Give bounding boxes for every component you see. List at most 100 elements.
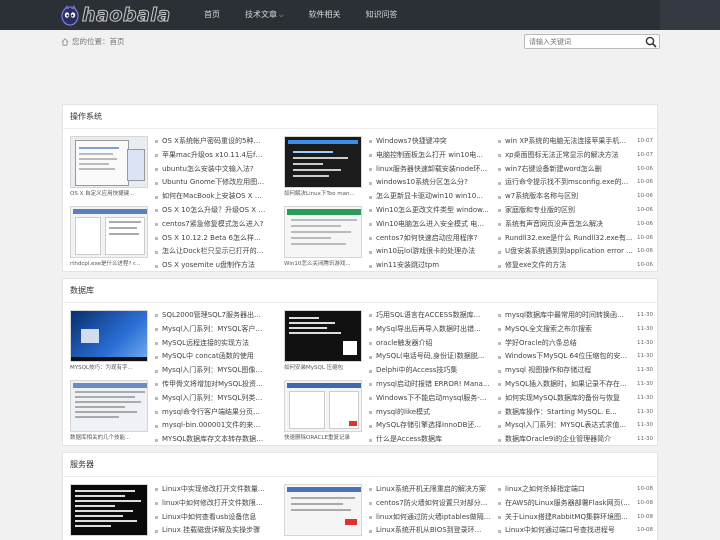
list-item[interactable]: linux之如何杀掉指定端口 10-08 [498,483,653,497]
list-item[interactable]: mysql 视图操作和存储过程 11-30 [498,364,653,378]
list-item[interactable]: centos7紧急修复模式怎么进入? [155,218,270,232]
list-item[interactable]: Win10怎么更改文件类型 window... [369,204,494,218]
bullet-icon [369,168,372,171]
list-item[interactable]: 如何在MacBook上安装OS X 10... [155,190,270,204]
list-item[interactable]: win XP系统的电脑无法连接苹果手机... 10-07 [498,135,653,149]
nav-tech-articles[interactable]: 技术文章 ⌵ [237,0,292,30]
list-item[interactable]: Linux中实现修改打开文件数量和... [155,483,270,497]
list-item[interactable]: SQL2000管理SQL7服务器出现T... [155,309,270,323]
list-item[interactable]: U盘安装系统遇到到application error ... 10-06 [498,245,653,259]
list-item[interactable]: 如何实现MySQL数据库的备份与恢复 11-30 [498,392,653,406]
thumb-card[interactable]: 如何安装MySQL 压缩包 [284,310,362,372]
list-item[interactable]: 传甲骨文将增加对MySQL投资与... [155,378,270,392]
item-date: 11-30 [637,422,653,429]
list-item[interactable]: ubuntu怎么安装中文输入法? [155,163,270,177]
list-item[interactable]: 数据库操作：Starting MySQL. E... 11-30 [498,406,653,420]
item-title: MYSQL数据库存文本转存数据库... [162,435,266,444]
list-item[interactable]: w7系统版本名称与区别 10-06 [498,190,653,204]
list-item[interactable]: Windows下不能启动mysql服务-... [369,392,494,406]
thumb-card[interactable]: OS X 自定义应用快捷键... [70,136,148,198]
list-item[interactable]: mysql的like模式 [369,406,494,420]
list-item[interactable]: Mysql入门系列：MYSQL列类型... [155,392,270,406]
list-item[interactable]: Linux系统开机无限重启的解决方案 [369,483,494,497]
thumb-card[interactable] [284,484,362,540]
list-item[interactable]: mysql数据库中最常用的时间转换函... 11-30 [498,309,653,323]
nav-home[interactable]: 首页 [196,0,228,30]
list-item[interactable]: 电脑控制面板怎么打开 win10电... [369,149,494,163]
thumb-card[interactable]: 如何解决Linux下Too man... [284,136,362,198]
nav-label: 软件相关 [308,10,341,19]
list-item[interactable]: centos7如何快速启动应用程序? [369,232,494,246]
thumb-card[interactable] [70,484,148,540]
site-logo[interactable]: haobala [60,3,171,27]
nav-software[interactable]: 软件相关 [301,0,349,30]
list-item[interactable]: 学好Oracle的六条总结 11-30 [498,337,653,351]
list-item[interactable]: 数据库Oracle9i的企业管理器简介 11-30 [498,433,653,447]
list-item[interactable]: MySQL插入数据时，如果记录不存在... 11-30 [498,378,653,392]
thumb-card[interactable]: rthdcpl.exe是什么进程? r... [70,206,148,268]
list-item[interactable]: 苹果mac升级os x10.11.4后faceti... [155,149,270,163]
list-item[interactable]: Win10电脑怎么进入安全模式 电... [369,218,494,232]
list-item[interactable]: Mysql入门系列：MYSQL图像数... [155,364,270,378]
thumb-card[interactable]: MYSQL技巧：为现有字... [70,310,148,372]
bullet-icon [498,223,501,227]
list-item[interactable]: windows10系统分区怎么分? [369,176,494,190]
list-item[interactable]: linux如何通过防火墙iptables做隔... [369,511,494,525]
list-item[interactable]: 在AWS的Linux服务器部署Flask网页(... 10-08 [498,497,653,511]
item-title: linux服务器快速卸载安装node环... [376,164,488,173]
list-item[interactable]: MySQL远程连接的实现方法 [155,337,270,351]
list-item[interactable]: Linux 挂载磁盘详解及实操步骤 [155,524,270,538]
list-item[interactable]: MySQL存储引擎选择InnoDB还... [369,419,494,433]
list-item[interactable]: oracle触发器介绍 [369,337,494,351]
breadcrumb-home-link[interactable]: 首页 [110,36,125,47]
list-item[interactable]: win10玩lol游戏很卡的处理办法 [369,245,494,259]
list-item[interactable]: mysql命令行客户端结果分页浏览 [155,406,270,420]
list-item[interactable]: 家庭版和专业版的区别 10-06 [498,204,653,218]
list-item[interactable]: Mysql入门系列：MYSQL客户机... [155,323,270,337]
item-title: Mysql入门系列：MYSQL图像数... [162,366,266,375]
list-item[interactable]: Linux中如何查看usb设备信息 [155,511,270,525]
list-item[interactable]: Mysql入门系列：MYSQL表达式求值... 11-30 [498,419,653,433]
list-item[interactable]: 系统有声音网页没声音怎么解决 10-06 [498,218,653,232]
list-item[interactable]: 怎么让Dock栏只显示已打开的应... [155,245,270,259]
list-item[interactable]: OS X系统帐户密码重设的5种方法 [155,135,270,149]
list-item[interactable]: 什么是Access数据库 [369,433,494,447]
list-item[interactable]: mysql-bin.000001文件的来源及... [155,419,270,433]
list-item[interactable]: Delphi中的Access技巧集 [369,364,494,378]
list-item[interactable]: 怎么更新显卡驱动win10 win10... [369,190,494,204]
list-item[interactable]: xp桌面图标无法正常显示的解决方法 10-07 [498,149,653,163]
list-item[interactable]: MySQL(电话号码,身份证)数据脱... [369,350,494,364]
thumb-image [284,380,362,432]
search-input[interactable] [529,36,639,47]
thumb-card[interactable]: 快速删除ORACLE重复记录 [284,380,362,442]
list-item[interactable]: MySql导出后再导入数据时出错... [369,323,494,337]
list-item[interactable]: linux服务器快速卸载安装node环... [369,163,494,177]
list-item[interactable]: linux中如何修改打开文件数限制... [155,497,270,511]
list-item[interactable]: MySQL中 concat函数的使用 [155,350,270,364]
list-item[interactable]: Ubuntu Gnome下修改应用图标ic... [155,176,270,190]
bullet-icon [498,181,501,185]
list-item[interactable]: OS X 10怎么升级？升级OS X 10... [155,204,270,218]
list-item[interactable]: 修复exe文件的方法 10-06 [498,259,653,273]
list-item[interactable]: OS X yosemite u盘制作方法 [155,259,270,273]
list-item[interactable]: OS X 10.12.2 Beta 6怎么样？O... [155,232,270,246]
nav-qa[interactable]: 知识问答 [358,0,406,30]
item-title: centos7防火墙如何设置只对部分... [376,498,488,507]
list-item[interactable]: Linux中如何通过端口号查找进程号 10-08 [498,524,653,538]
list-item[interactable]: Windows7快捷键冲突 [369,135,494,149]
list-item[interactable]: win7右键设备新建word怎么删 10-06 [498,163,653,177]
list-item[interactable]: centos7防火墙如何设置只对部分... [369,497,494,511]
list-item[interactable]: win11安装跳过tpm [369,259,494,273]
list-item[interactable]: MySQL全文搜索之布尔搜索 11-30 [498,323,653,337]
list-item[interactable]: mysql启动时报错 ERROR! Mana... [369,378,494,392]
search-icon[interactable] [645,36,657,48]
list-item[interactable]: Linux系统开机从BIOS到登录环... [369,524,494,538]
list-item[interactable]: 巧用SQL语言在ACCESS数据库... [369,309,494,323]
thumb-card[interactable]: Win10怎么关闭腾讯游戏... [284,206,362,268]
thumb-card[interactable]: 数据库相关的几个技能... [70,380,148,442]
list-item[interactable]: MYSQL数据库存文本转存数据库... [155,433,270,447]
list-item[interactable]: 运行命令提示找不到msconfig.exe的... 10-06 [498,176,653,190]
list-item[interactable]: 关于Linux搭建RabbitMQ集群环境图... 10-08 [498,511,653,525]
list-item[interactable]: Rundll32.exe是什么 Rundll32.exe有... 10-06 [498,232,653,246]
list-item[interactable]: Windows下MySQL 64位压缩包的安... 11-30 [498,350,653,364]
